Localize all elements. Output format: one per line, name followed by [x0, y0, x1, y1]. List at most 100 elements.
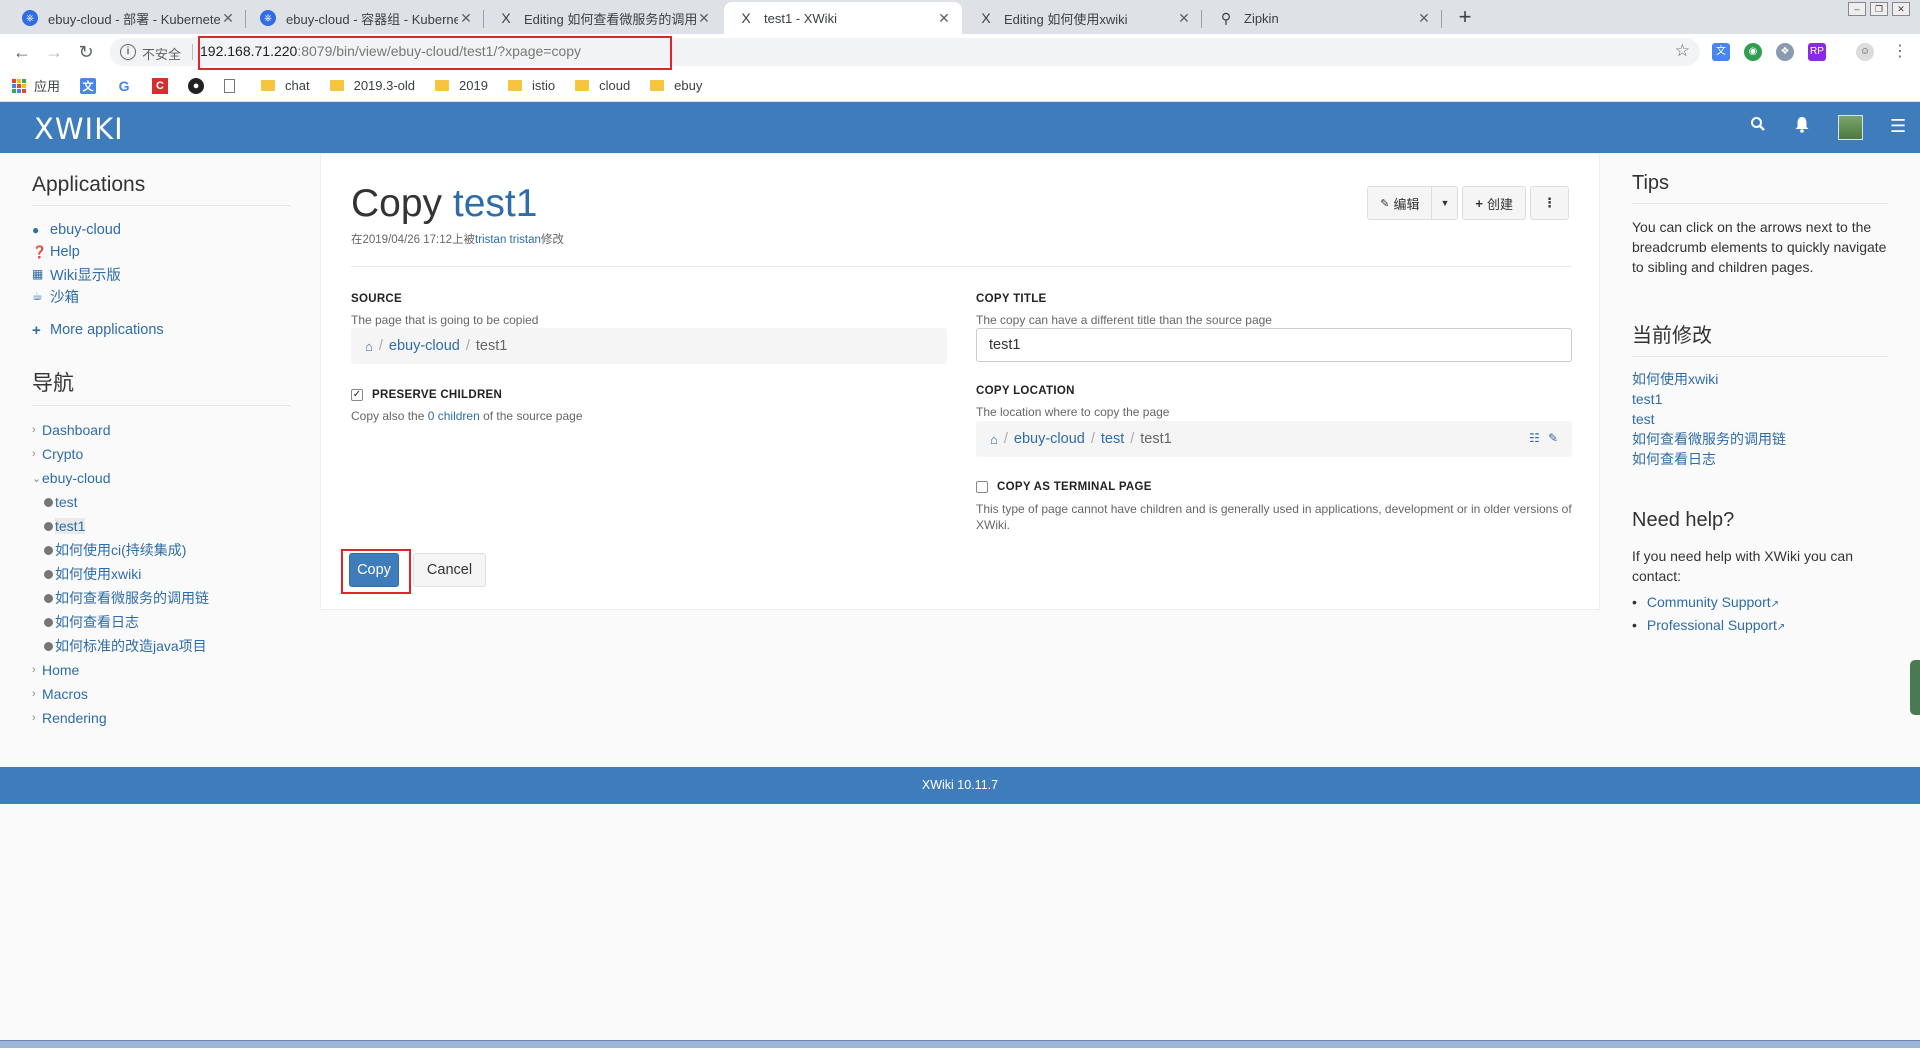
chevron-down-icon[interactable]: ⌄	[32, 472, 42, 485]
breadcrumb-link[interactable]: ebuy-cloud	[389, 338, 460, 354]
browser-tab-active[interactable]: X test1 - XWiki ✕	[724, 2, 962, 34]
sitemap-icon[interactable]: ☷	[1529, 431, 1540, 445]
copy-terminal-checkbox[interactable]	[976, 481, 988, 493]
help-link-label: Community Support	[1646, 594, 1771, 610]
bookmark-folder[interactable]: 2019	[435, 78, 488, 93]
bookmark-github[interactable]: ●	[188, 77, 212, 94]
nav-child-item[interactable]: 如何使用ci(持续集成)	[44, 538, 290, 562]
recent-change-link[interactable]: test1	[1632, 389, 1888, 409]
browser-tab[interactable]: ⚲ Zipkin ✕	[1204, 2, 1442, 34]
nav-item-rendering[interactable]: › Rendering	[32, 706, 290, 730]
meta-user-link[interactable]: tristan tristan	[475, 234, 541, 246]
nav-item-ebuy-cloud[interactable]: ⌄ ebuy-cloud	[32, 466, 290, 490]
recent-change-link[interactable]: 如何查看微服务的调用链	[1632, 429, 1888, 449]
browser-tab[interactable]: ⎈ ebuy-cloud - 部署 - Kubernetes ✕	[8, 2, 246, 34]
xwiki-logo[interactable]: XWIKI	[34, 112, 124, 146]
close-icon[interactable]: ✕	[458, 10, 474, 27]
nav-item-dashboard[interactable]: › Dashboard	[32, 418, 290, 442]
page-title-name[interactable]: test1	[453, 182, 538, 225]
browser-tab[interactable]: X Editing 如何使用xwiki ✕	[964, 2, 1202, 34]
back-icon[interactable]: ←	[10, 41, 34, 65]
close-icon[interactable]: ✕	[1176, 10, 1192, 27]
copy-title-input[interactable]	[976, 328, 1572, 362]
nav-child-item-selected[interactable]: test1	[44, 514, 290, 538]
app-link-wiki-index[interactable]: ▦ Wiki显示版	[32, 263, 290, 285]
bookmark-folder[interactable]: cloud	[575, 78, 630, 93]
external-link-icon: ↗	[1770, 599, 1780, 610]
bookmark-page[interactable]	[224, 78, 243, 93]
bookmark-google[interactable]: G	[116, 78, 140, 94]
bookmark-folder[interactable]: istio	[507, 78, 555, 93]
edit-button[interactable]: ✎ 编辑	[1367, 186, 1433, 220]
chevron-right-icon[interactable]: ›	[32, 712, 42, 724]
profile-icon[interactable]: ☺	[1856, 43, 1874, 61]
nav-child-item[interactable]: 如何查看日志	[44, 610, 290, 634]
nav-item-crypto[interactable]: › Crypto	[32, 442, 290, 466]
recent-change-link[interactable]: test	[1632, 409, 1888, 429]
cancel-button[interactable]: Cancel	[413, 553, 486, 587]
preserve-children-checkbox[interactable]: ✓	[351, 389, 363, 401]
nav-item-macros[interactable]: › Macros	[32, 682, 290, 706]
chevron-right-icon[interactable]: ›	[32, 688, 42, 700]
more-applications-link[interactable]: + More applications	[32, 319, 290, 341]
user-avatar[interactable]	[1838, 115, 1863, 140]
recent-change-link[interactable]: 如何使用xwiki	[1632, 369, 1888, 389]
breadcrumb-link[interactable]: test	[1101, 431, 1124, 447]
app-link-sandbox[interactable]: ☕ 沙箱	[32, 285, 290, 307]
close-icon[interactable]: ✕	[936, 10, 952, 27]
home-icon[interactable]: ⌂	[365, 339, 373, 354]
translate-extension-icon[interactable]: 文	[1712, 43, 1730, 61]
more-actions-button[interactable]: ⋮	[1530, 186, 1569, 220]
bookmark-folder[interactable]: ebuy	[650, 78, 702, 93]
nav-child-item[interactable]: test	[44, 490, 290, 514]
bookmark-apps[interactable]: 应用	[12, 76, 60, 95]
app-link-help[interactable]: ❓ Help	[32, 241, 290, 263]
extension-icon[interactable]: ❖	[1776, 43, 1794, 61]
browser-tab[interactable]: ⎈ ebuy-cloud - 容器组 - Kubernetes ✕	[246, 2, 484, 34]
hamburger-menu-icon[interactable]: ☰	[1890, 116, 1906, 137]
bookmark-star-icon[interactable]: ☆	[1675, 41, 1690, 61]
nav-child-item[interactable]: 如何使用xwiki	[44, 562, 290, 586]
nav-item-home[interactable]: › Home	[32, 658, 290, 682]
copy-terminal-label[interactable]: COPY AS TERMINAL PAGE	[997, 481, 1152, 493]
recent-change-link[interactable]: 如何查看日志	[1632, 449, 1888, 469]
globe-extension-icon[interactable]: ◉	[1744, 43, 1762, 61]
reload-icon[interactable]: ↻	[74, 41, 98, 65]
new-tab-button[interactable]: +	[1452, 4, 1478, 30]
chevron-right-icon[interactable]: ›	[32, 664, 42, 676]
info-icon[interactable]: i	[120, 44, 136, 60]
chevron-right-icon[interactable]: ›	[32, 448, 42, 460]
close-icon[interactable]: ✕	[220, 10, 236, 27]
chevron-right-icon[interactable]: ›	[32, 424, 42, 436]
window-close-button[interactable]: ✕	[1892, 2, 1910, 16]
home-icon[interactable]: ⌂	[990, 432, 998, 447]
bookmark-folder[interactable]: 2019.3-old	[329, 78, 415, 93]
forward-icon[interactable]: →	[42, 41, 66, 65]
nav-child-item[interactable]: 如何查看微服务的调用链	[44, 586, 290, 610]
professional-support-link[interactable]: • Professional Support↗	[1632, 615, 1888, 638]
nav-child-item[interactable]: 如何标准的改造java项目	[44, 634, 290, 658]
notifications-bell-icon[interactable]	[1794, 116, 1810, 138]
pencil-icon[interactable]: ✎	[1548, 431, 1558, 445]
menu-dots-icon[interactable]: ⋮	[1888, 41, 1912, 65]
create-button[interactable]: + 创建	[1462, 186, 1526, 220]
preserve-children-label[interactable]: PRESERVE CHILDREN	[372, 389, 502, 401]
breadcrumb-link[interactable]: ebuy-cloud	[1014, 431, 1085, 447]
browser-tab[interactable]: X Editing 如何查看微服务的调用链 ✕	[484, 2, 722, 34]
bookmark-c[interactable]: C	[152, 77, 176, 94]
app-link-ebuy-cloud[interactable]: ● ebuy-cloud	[32, 219, 290, 241]
bookmark-translate[interactable]: 文	[80, 77, 104, 94]
close-icon[interactable]: ✕	[696, 10, 712, 27]
minimize-button[interactable]: –	[1848, 2, 1866, 16]
copy-location-breadcrumb[interactable]: ⌂ / ebuy-cloud / test / test1 ☷ ✎	[976, 421, 1572, 457]
edit-dropdown-button[interactable]: ▼	[1432, 186, 1459, 220]
search-icon[interactable]	[1750, 116, 1766, 137]
community-support-link[interactable]: • Community Support↗	[1632, 592, 1888, 615]
close-icon[interactable]: ✕	[1416, 10, 1432, 27]
side-scroll-handle[interactable]	[1910, 660, 1920, 715]
extension-icon[interactable]: RP	[1808, 43, 1826, 61]
restore-button[interactable]: ❐	[1870, 2, 1888, 16]
bookmark-folder[interactable]: chat	[261, 78, 310, 93]
bookmark-label: chat	[285, 78, 310, 93]
children-link[interactable]: 0 children	[428, 409, 480, 423]
